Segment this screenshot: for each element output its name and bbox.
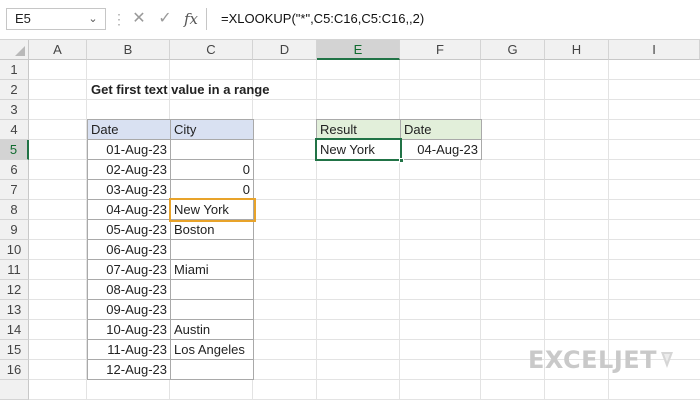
formula-input[interactable]: =XLOOKUP("*",C5:C16,C5:C16,,2) (206, 8, 696, 30)
chevron-down-icon[interactable]: ⌄ (85, 9, 101, 29)
date-cell[interactable]: 12-Aug-23 (87, 359, 171, 380)
result-header[interactable]: Result (316, 119, 401, 140)
row-header-8[interactable]: 8 (0, 200, 29, 220)
column-header-f[interactable]: F (400, 40, 481, 60)
row-header-4[interactable]: 4 (0, 120, 29, 140)
city-cell[interactable]: Miami (170, 259, 254, 280)
city-cell[interactable]: Austin (170, 319, 254, 340)
column-header-c[interactable]: C (170, 40, 253, 60)
result-date-header[interactable]: Date (400, 119, 482, 140)
city-cell[interactable] (170, 239, 254, 260)
row-header-9[interactable]: 9 (0, 220, 29, 240)
row-header-3[interactable]: 3 (0, 100, 29, 120)
formula-bar: E5 ⌄ ⋮ ✕ ✓ fx =XLOOKUP("*",C5:C16,C5:C16… (0, 0, 700, 40)
cancel-icon[interactable]: ✕ (128, 8, 150, 30)
city-cell[interactable]: 0 (170, 159, 254, 180)
row-header-13[interactable]: 13 (0, 300, 29, 320)
row-header-15[interactable]: 15 (0, 340, 29, 360)
select-all-corner[interactable] (0, 40, 29, 60)
date-cell[interactable]: 01-Aug-23 (87, 139, 171, 160)
fill-handle[interactable] (399, 158, 404, 163)
city-cell[interactable] (170, 139, 254, 160)
column-header-a[interactable]: A (29, 40, 87, 60)
row-header-2[interactable]: 2 (0, 80, 29, 100)
date-cell[interactable]: 08-Aug-23 (87, 279, 171, 300)
table-header-date[interactable]: Date (87, 119, 171, 140)
row-header-5[interactable]: 5 (0, 140, 29, 160)
column-header-b[interactable]: B (87, 40, 170, 60)
first-text-highlight (169, 198, 256, 222)
row-header-6[interactable]: 6 (0, 160, 29, 180)
date-cell[interactable]: 06-Aug-23 (87, 239, 171, 260)
logo-wordmark: EXCELJET (528, 346, 658, 374)
date-cell[interactable]: 09-Aug-23 (87, 299, 171, 320)
formula-bar-grip-icon: ⋮ (112, 11, 126, 27)
date-cell[interactable]: 03-Aug-23 (87, 179, 171, 200)
select-all-icon (15, 46, 25, 56)
date-cell[interactable]: 04-Aug-23 (87, 199, 171, 220)
name-box[interactable]: E5 ⌄ (6, 8, 106, 30)
column-header-i[interactable]: I (609, 40, 700, 60)
sheet-title[interactable]: Get first text value in a range (88, 80, 272, 100)
date-cell[interactable]: 10-Aug-23 (87, 319, 171, 340)
date-cell[interactable]: 07-Aug-23 (87, 259, 171, 280)
city-cell[interactable] (170, 279, 254, 300)
city-cell[interactable] (170, 299, 254, 320)
column-header-e[interactable]: E (317, 40, 400, 60)
row-header-14[interactable]: 14 (0, 320, 29, 340)
row-header-7[interactable]: 7 (0, 180, 29, 200)
fx-icon[interactable]: fx (180, 8, 202, 30)
exceljet-logo: EXCELJET (528, 346, 675, 374)
row-header-16[interactable]: 16 (0, 360, 29, 380)
date-cell[interactable]: 02-Aug-23 (87, 159, 171, 180)
date-cell[interactable]: 05-Aug-23 (87, 219, 171, 240)
date-cell[interactable]: 11-Aug-23 (87, 339, 171, 360)
city-cell[interactable]: 0 (170, 179, 254, 200)
city-cell[interactable]: Boston (170, 219, 254, 240)
row-header-1[interactable]: 1 (0, 60, 29, 80)
row-header-12[interactable]: 12 (0, 280, 29, 300)
table-header-city[interactable]: City (170, 119, 254, 140)
row-header-17[interactable] (0, 380, 29, 400)
logo-mark-icon (661, 352, 674, 368)
active-cell-selection[interactable] (315, 138, 404, 163)
column-header-h[interactable]: H (545, 40, 609, 60)
name-box-value: E5 (15, 11, 31, 26)
row-header-11[interactable]: 11 (0, 260, 29, 280)
city-cell[interactable] (170, 359, 254, 380)
column-header-d[interactable]: D (253, 40, 317, 60)
column-header-g[interactable]: G (481, 40, 545, 60)
row-header-10[interactable]: 10 (0, 240, 29, 260)
check-icon[interactable]: ✓ (154, 8, 176, 30)
result-date-cell[interactable]: 04-Aug-23 (400, 139, 482, 160)
city-cell[interactable]: Los Angeles (170, 339, 254, 360)
